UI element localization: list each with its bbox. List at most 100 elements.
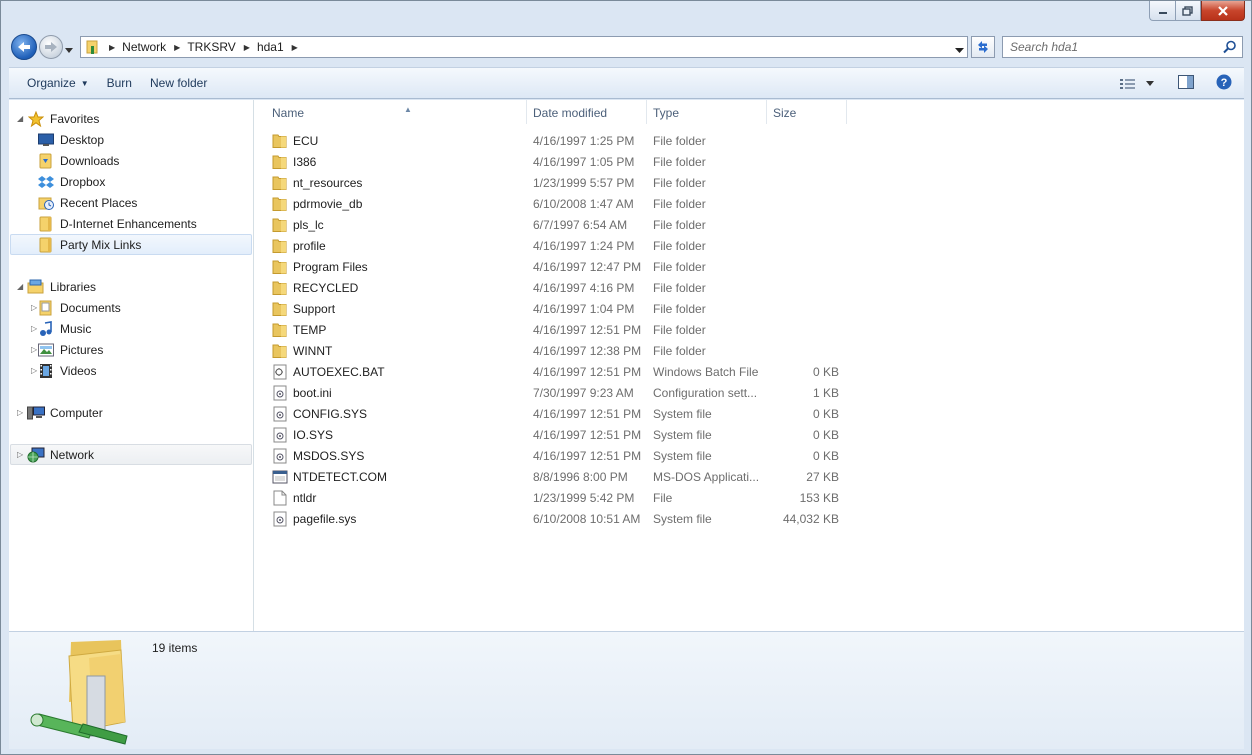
organize-button[interactable]: Organize ▼ <box>18 72 98 94</box>
file-row[interactable]: pdrmovie_db 6/10/2008 1:47 AM File folder <box>254 194 1244 215</box>
nav-item-videos[interactable]: Videos <box>37 360 96 381</box>
file-size: 27 KB <box>806 470 839 484</box>
address-bar[interactable]: ▶ Network ▶ TRKSRV ▶ hda1 ▶ <box>80 36 968 58</box>
file-type: MS-DOS Applicati... <box>653 470 760 484</box>
back-button[interactable] <box>11 34 37 60</box>
column-header-type[interactable]: Type <box>647 100 767 124</box>
file-name: I386 <box>293 155 317 169</box>
nav-item-dropbox[interactable]: Dropbox <box>37 171 105 192</box>
new-folder-button[interactable]: New folder <box>141 72 216 94</box>
nav-item-documents[interactable]: Documents <box>37 297 121 318</box>
file-type: System file <box>653 407 712 421</box>
nav-network[interactable]: Network <box>27 444 94 465</box>
pictures-icon <box>37 342 55 358</box>
file-row[interactable]: TEMP 4/16/1997 12:51 PM File folder <box>254 320 1244 341</box>
file-row[interactable]: CONFIG.SYS 4/16/1997 12:51 PM System file 0… <box>254 404 1244 425</box>
folder-icon <box>272 343 289 360</box>
breadcrumb-trksrv[interactable]: TRKSRV <box>187 40 235 54</box>
recent-pages-dropdown[interactable] <box>65 43 73 57</box>
column-header-size[interactable]: Size <box>767 100 847 124</box>
address-history-dropdown[interactable] <box>955 43 964 57</box>
refresh-button[interactable] <box>971 36 995 58</box>
expand-arrow-icon[interactable]: ▷ <box>17 450 23 459</box>
file-date-modified: 4/16/1997 1:05 PM <box>533 155 635 169</box>
nav-item-desktop[interactable]: Desktop <box>37 129 104 150</box>
file-row[interactable]: Support 4/16/1997 1:04 PM File folder <box>254 299 1244 320</box>
file-type: Configuration sett... <box>653 386 758 400</box>
file-name: AUTOEXEC.BAT <box>293 365 385 379</box>
system-file-icon <box>272 427 289 444</box>
forward-button[interactable] <box>39 35 63 59</box>
file-row[interactable]: AUTOEXEC.BAT 4/16/1997 12:51 PM Windows Ba… <box>254 362 1244 383</box>
file-row[interactable]: WINNT 4/16/1997 12:38 PM File folder <box>254 341 1244 362</box>
file-date-modified: 6/10/2008 1:47 AM <box>533 197 634 211</box>
breadcrumb-separator-icon[interactable]: ▶ <box>109 43 115 52</box>
computer-icon <box>27 405 45 421</box>
breadcrumb-hda1[interactable]: hda1 <box>257 40 284 54</box>
file-row[interactable]: pagefile.sys 6/10/2008 10:51 AM System fil… <box>254 509 1244 530</box>
details-pane: 19 items <box>9 631 1244 749</box>
file-type: File folder <box>653 302 706 316</box>
videos-icon <box>37 363 55 379</box>
column-header-date-modified[interactable]: Date modified <box>527 100 647 124</box>
nav-item-recent-places[interactable]: Recent Places <box>37 192 137 213</box>
documents-icon <box>37 300 55 316</box>
navigation-pane: ◢ Favorites Desktop Downloads Dropbox Re… <box>9 100 254 631</box>
nav-favorites[interactable]: Favorites <box>27 108 99 129</box>
folder-icon <box>272 301 289 318</box>
search-input[interactable] <box>1003 37 1213 57</box>
breadcrumb-separator-icon[interactable]: ▶ <box>292 43 298 52</box>
breadcrumb-separator-icon[interactable]: ▶ <box>174 43 180 52</box>
folder-icon <box>37 237 55 253</box>
maximize-button[interactable] <box>1175 1 1201 21</box>
nav-item-party-mix-links[interactable]: Party Mix Links <box>10 234 252 255</box>
file-row[interactable]: pls_lc 6/7/1997 6:54 AM File folder <box>254 215 1244 236</box>
file-row[interactable]: MSDOS.SYS 4/16/1997 12:51 PM System file 0 … <box>254 446 1244 467</box>
star-icon <box>27 110 45 127</box>
nav-libraries[interactable]: Libraries <box>27 276 96 297</box>
collapse-arrow-icon[interactable]: ◢ <box>17 282 23 291</box>
burn-button[interactable]: Burn <box>98 72 141 94</box>
desktop-icon <box>37 132 55 148</box>
file-name: nt_resources <box>293 176 363 190</box>
nav-item-label: Documents <box>60 300 121 315</box>
back-arrow-icon <box>18 42 30 52</box>
nav-item-pictures[interactable]: Pictures <box>37 339 103 360</box>
file-type: File folder <box>653 239 706 253</box>
expand-arrow-icon[interactable]: ▷ <box>17 408 23 417</box>
sort-ascending-icon: ▲ <box>404 105 412 114</box>
file-row[interactable]: IO.SYS 4/16/1997 12:51 PM System file 0 KB <box>254 425 1244 446</box>
file-row[interactable]: ntldr 1/23/1999 5:42 PM File 153 KB <box>254 488 1244 509</box>
file-date-modified: 4/16/1997 12:51 PM <box>533 365 642 379</box>
collapse-arrow-icon[interactable]: ◢ <box>17 114 23 123</box>
file-date-modified: 4/16/1997 12:51 PM <box>533 323 642 337</box>
nav-item-label: D-Internet Enhancements <box>60 216 197 231</box>
file-row[interactable]: NTDETECT.COM 8/8/1996 8:00 PM MS-DOS Appli… <box>254 467 1244 488</box>
file-row[interactable]: nt_resources 1/23/1999 5:57 PM File folder <box>254 173 1244 194</box>
refresh-icon <box>978 41 988 53</box>
file-date-modified: 1/23/1999 5:57 PM <box>533 176 635 190</box>
search-icon[interactable] <box>1223 40 1237 54</box>
column-header-name[interactable]: Name ▲ <box>266 100 527 124</box>
file-row[interactable]: boot.ini 7/30/1997 9:23 AM Configuration s… <box>254 383 1244 404</box>
nav-item-downloads[interactable]: Downloads <box>37 150 119 171</box>
file-row[interactable]: RECYCLED 4/16/1997 4:16 PM File folder <box>254 278 1244 299</box>
change-view-button[interactable] <box>1120 78 1154 90</box>
explorer-window: ▶ Network ▶ TRKSRV ▶ hda1 ▶ Organize ▼ Bu… <box>0 0 1252 755</box>
file-row[interactable]: ECU 4/16/1997 1:25 PM File folder <box>254 131 1244 152</box>
minimize-button[interactable] <box>1149 1 1175 21</box>
file-row[interactable]: Program Files 4/16/1997 12:47 PM File fold… <box>254 257 1244 278</box>
nav-item-d-internet-enhancements[interactable]: D-Internet Enhancements <box>37 213 197 234</box>
help-button[interactable]: ? <box>1216 74 1232 93</box>
breadcrumb-network[interactable]: Network <box>122 40 166 54</box>
nav-computer[interactable]: Computer <box>27 402 103 423</box>
folder-icon <box>272 259 289 276</box>
minimize-icon <box>1158 11 1167 14</box>
file-row[interactable]: profile 4/16/1997 1:24 PM File folder <box>254 236 1244 257</box>
nav-item-label: Party Mix Links <box>60 237 142 252</box>
preview-pane-button[interactable] <box>1178 75 1194 92</box>
close-button[interactable] <box>1201 1 1245 21</box>
file-row[interactable]: I386 4/16/1997 1:05 PM File folder <box>254 152 1244 173</box>
nav-item-music[interactable]: Music <box>37 318 91 339</box>
breadcrumb-separator-icon[interactable]: ▶ <box>244 43 250 52</box>
